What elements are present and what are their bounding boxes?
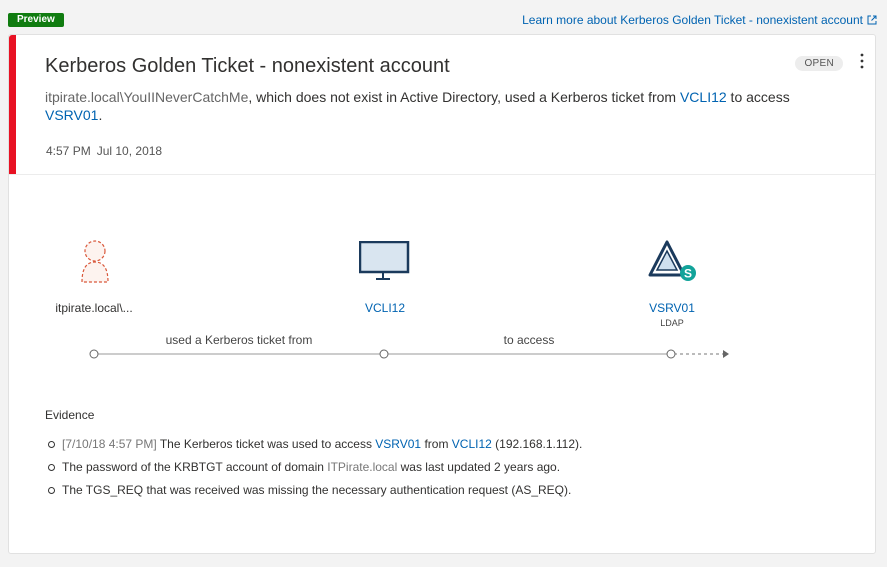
preview-badge: Preview bbox=[8, 13, 64, 27]
evidence-list: [7/10/18 4:57 PM] The Kerberos ticket wa… bbox=[47, 433, 582, 502]
evidence-item: [7/10/18 4:57 PM] The Kerberos ticket wa… bbox=[47, 433, 582, 456]
more-options-icon[interactable] bbox=[859, 53, 865, 69]
evidence-timestamp: [7/10/18 4:57 PM] bbox=[62, 437, 157, 451]
domain-controller-icon[interactable]: S bbox=[648, 239, 698, 285]
unknown-user-icon[interactable] bbox=[79, 238, 111, 284]
alert-card: Kerberos Golden Ticket - nonexistent acc… bbox=[8, 34, 876, 554]
severity-bar bbox=[9, 35, 16, 174]
alert-date: Jul 10, 2018 bbox=[96, 144, 163, 158]
evidence-item: The TGS_REQ that was received was missin… bbox=[47, 479, 582, 502]
description-text: , which does not exist in Active Directo… bbox=[248, 89, 680, 105]
target-computer-link[interactable]: VSRV01 bbox=[45, 107, 98, 123]
evidence-title: Evidence bbox=[45, 408, 95, 422]
node-sublabel-target: LDAP bbox=[660, 318, 684, 328]
node-label-target[interactable]: VSRV01 bbox=[592, 301, 752, 315]
evidence-text: The password of the KRBTGT account of do… bbox=[62, 460, 328, 474]
learn-more-link[interactable]: Learn more about Kerberos Golden Ticket … bbox=[522, 13, 863, 27]
source-computer-link[interactable]: VCLI12 bbox=[680, 89, 727, 105]
evidence-text: (192.168.1.112). bbox=[491, 437, 583, 451]
divider bbox=[9, 174, 875, 175]
status-badge: OPEN bbox=[795, 56, 843, 71]
evidence-text: The Kerberos ticket was used to access bbox=[156, 437, 376, 451]
external-link-icon[interactable] bbox=[867, 15, 877, 25]
evidence-link-source[interactable]: VCLI12 bbox=[452, 437, 492, 451]
edge-label-from: used a Kerberos ticket from bbox=[165, 333, 313, 347]
connection-line bbox=[89, 349, 729, 359]
alert-time: 4:57 PM bbox=[46, 144, 91, 158]
edge-label-to: to access bbox=[503, 333, 555, 347]
evidence-text: The TGS_REQ that was received was missin… bbox=[62, 483, 572, 497]
evidence-text: was last updated 2 years ago. bbox=[397, 460, 561, 474]
description-text: to access bbox=[726, 89, 790, 105]
description-text: . bbox=[98, 107, 103, 123]
evidence-text: from bbox=[421, 437, 452, 451]
evidence-link-target[interactable]: VSRV01 bbox=[375, 437, 421, 451]
svg-text:S: S bbox=[684, 267, 692, 281]
node-label-account: itpirate.local\... bbox=[55, 301, 133, 315]
monitor-icon[interactable] bbox=[359, 241, 411, 281]
alert-title: Kerberos Golden Ticket - nonexistent acc… bbox=[45, 55, 450, 77]
evidence-item: The password of the KRBTGT account of do… bbox=[47, 456, 582, 479]
alert-timestamp: 4:57 PM Jul 10, 2018 bbox=[46, 144, 168, 158]
alert-description: itpirate.local\YouIINeverCatchMe, which … bbox=[45, 88, 815, 124]
account-name: itpirate.local\YouIINeverCatchMe bbox=[45, 89, 249, 105]
node-label-source[interactable]: VCLI12 bbox=[305, 301, 465, 315]
evidence-domain: ITPirate.local bbox=[327, 460, 398, 474]
